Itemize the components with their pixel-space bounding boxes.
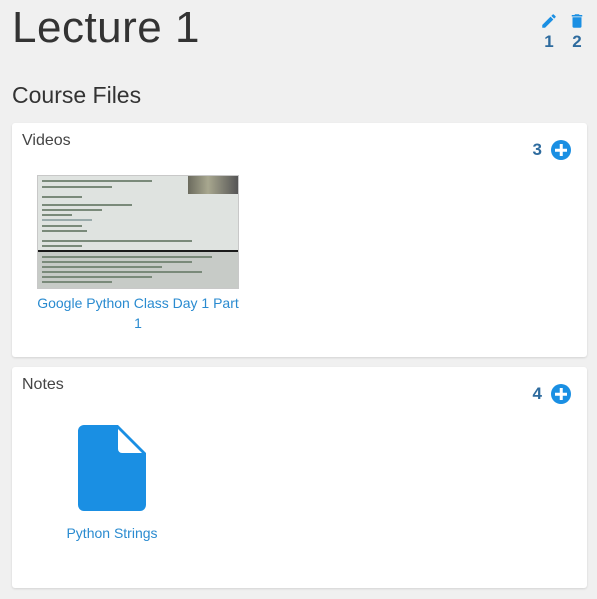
- edit-number: 1: [544, 32, 554, 51]
- trash-icon: [571, 14, 583, 28]
- delete-button[interactable]: 2: [565, 12, 589, 52]
- pencil-icon: [542, 14, 556, 28]
- videos-card: Videos 3 Google Python Class Day 1 Part …: [12, 123, 587, 357]
- notes-card: Notes 4 Python Strings: [12, 367, 587, 588]
- notes-card-title: Notes: [22, 376, 64, 393]
- edit-button[interactable]: 1: [537, 12, 561, 52]
- plus-circle-icon: [551, 384, 571, 404]
- add-note-button[interactable]: 4: [533, 384, 571, 404]
- note-title-link[interactable]: Python Strings: [57, 523, 167, 543]
- note-item[interactable]: Python Strings: [57, 425, 167, 543]
- delete-number: 2: [572, 32, 582, 51]
- add-video-number: 3: [532, 140, 542, 159]
- file-icon[interactable]: [78, 425, 146, 511]
- add-video-button[interactable]: 3: [533, 140, 571, 160]
- videos-card-title: Videos: [22, 132, 71, 149]
- video-thumbnail[interactable]: [37, 175, 239, 289]
- add-note-number: 4: [532, 384, 542, 403]
- video-item[interactable]: Google Python Class Day 1 Part 1: [37, 175, 239, 333]
- page-title: Lecture 1: [12, 3, 200, 52]
- section-title: Course Files: [12, 82, 142, 108]
- video-title-link[interactable]: Google Python Class Day 1 Part 1: [37, 293, 239, 333]
- plus-circle-icon: [551, 140, 571, 160]
